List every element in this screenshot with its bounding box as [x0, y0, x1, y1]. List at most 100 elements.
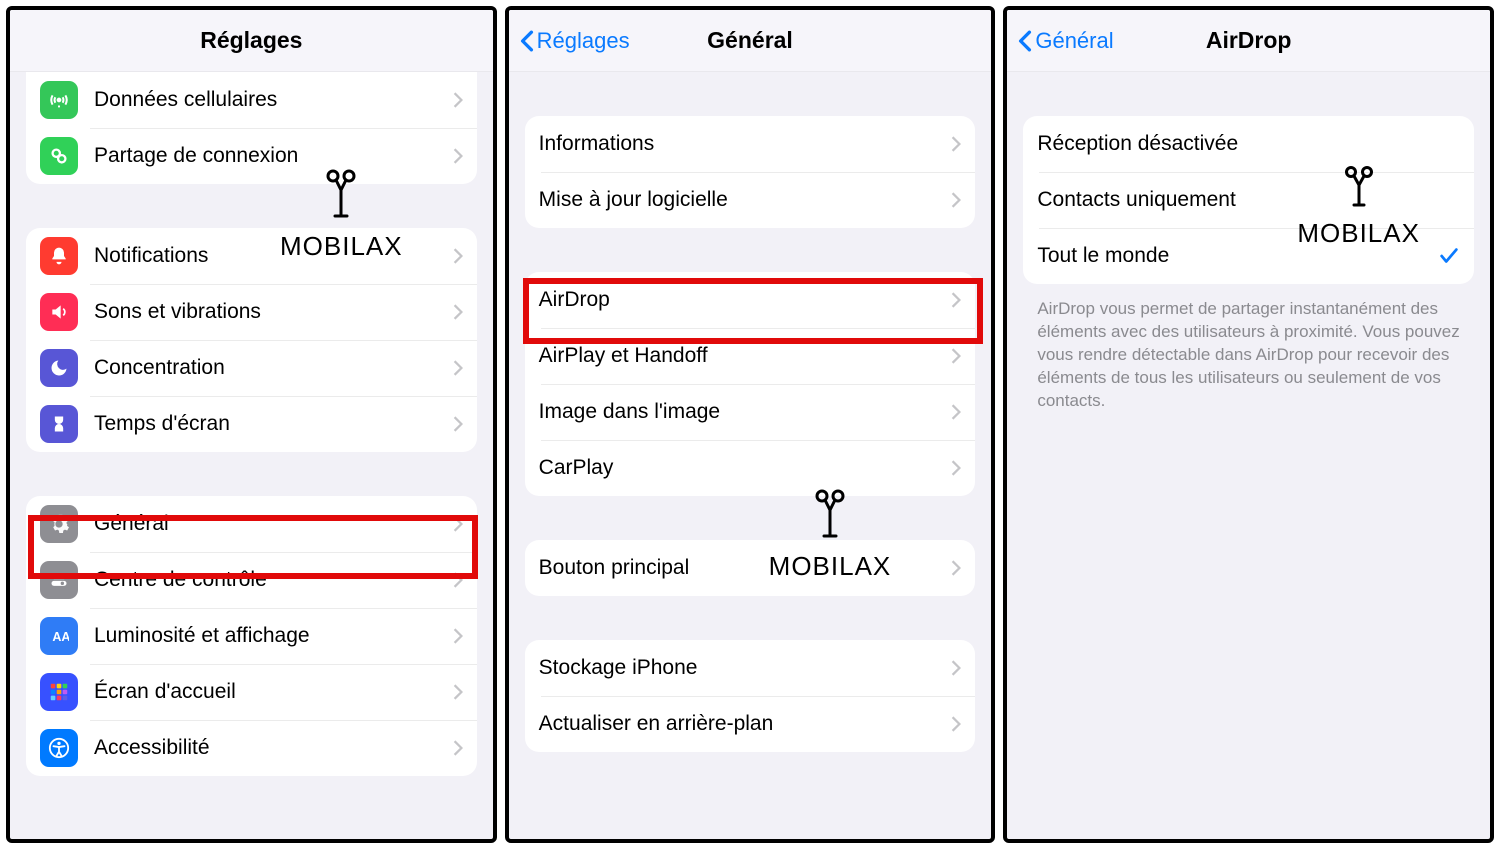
navbar: Réglages [10, 10, 493, 72]
back-label: Réglages [537, 28, 630, 54]
row-about[interactable]: Informations [525, 116, 976, 172]
back-label: Général [1035, 28, 1113, 54]
group-storage: Stockage iPhone Actualiser en arrière-pl… [525, 640, 976, 752]
row-label: AirDrop [539, 288, 952, 312]
row-notifications[interactable]: Notifications [26, 228, 477, 284]
chevron-right-icon [453, 740, 463, 756]
controlcenter-icon [40, 561, 78, 599]
row-accessibility[interactable]: Accessibilité [26, 720, 477, 776]
navbar: Général AirDrop [1007, 10, 1490, 72]
row-contacts-only[interactable]: Contacts uniquement [1023, 172, 1474, 228]
row-focus[interactable]: Concentration [26, 340, 477, 396]
row-label: Bouton principal [539, 556, 952, 580]
accessibility-icon [40, 729, 78, 767]
navbar: Réglages Général [509, 10, 992, 72]
back-button[interactable]: Général [1017, 10, 1113, 71]
row-pip[interactable]: Image dans l'image [525, 384, 976, 440]
chevron-right-icon [453, 304, 463, 320]
chevron-right-icon [951, 192, 961, 208]
footer-description: AirDrop vous permet de partager instanta… [1037, 298, 1460, 413]
row-label: Informations [539, 132, 952, 156]
homescreen-icon [40, 673, 78, 711]
chevron-right-icon [951, 560, 961, 576]
row-storage[interactable]: Stockage iPhone [525, 640, 976, 696]
cellular-icon [40, 81, 78, 119]
row-update[interactable]: Mise à jour logicielle [525, 172, 976, 228]
row-homescreen[interactable]: Écran d'accueil [26, 664, 477, 720]
group-homebutton: Bouton principal [525, 540, 976, 596]
page-title: Réglages [200, 27, 302, 54]
row-airplay[interactable]: AirPlay et Handoff [525, 328, 976, 384]
row-label: Image dans l'image [539, 400, 952, 424]
row-label: Notifications [94, 244, 453, 268]
row-general[interactable]: Général [26, 496, 477, 552]
row-background[interactable]: Actualiser en arrière-plan [525, 696, 976, 752]
group-info: Informations Mise à jour logicielle [525, 116, 976, 228]
content: Réception désactivée Contacts uniquement… [1007, 72, 1490, 423]
chevron-right-icon [951, 136, 961, 152]
chevron-right-icon [453, 516, 463, 532]
chevron-right-icon [951, 460, 961, 476]
row-label: Données cellulaires [94, 88, 453, 112]
chevron-right-icon [453, 92, 463, 108]
row-label: Tout le monde [1037, 244, 1438, 268]
row-hotspot[interactable]: Partage de connexion [26, 128, 477, 184]
row-label: Stockage iPhone [539, 656, 952, 680]
phone-screen-settings: Réglages Données cellulaires Partage de … [6, 6, 497, 843]
row-label: Contacts uniquement [1037, 188, 1460, 212]
row-screentime[interactable]: Temps d'écran [26, 396, 477, 452]
row-display[interactable]: AA Luminosité et affichage [26, 608, 477, 664]
chevron-right-icon [453, 572, 463, 588]
row-label: Mise à jour logicielle [539, 188, 952, 212]
chevron-right-icon [453, 360, 463, 376]
row-homebutton[interactable]: Bouton principal [525, 540, 976, 596]
row-label: Temps d'écran [94, 412, 453, 436]
row-label: AirPlay et Handoff [539, 344, 952, 368]
row-label: Réception désactivée [1037, 132, 1460, 156]
page-title: Général [707, 27, 793, 54]
phone-screen-general: Réglages Général Informations Mise à jou… [505, 6, 996, 843]
back-button[interactable]: Réglages [519, 10, 630, 71]
sounds-icon [40, 293, 78, 331]
row-label: Écran d'accueil [94, 680, 453, 704]
row-label: Accessibilité [94, 736, 453, 760]
hotspot-icon [40, 137, 78, 175]
chevron-right-icon [453, 416, 463, 432]
chevron-right-icon [951, 292, 961, 308]
row-sounds[interactable]: Sons et vibrations [26, 284, 477, 340]
chevron-right-icon [951, 348, 961, 364]
row-label: Luminosité et affichage [94, 624, 453, 648]
row-label: CarPlay [539, 456, 952, 480]
row-receiving-off[interactable]: Réception désactivée [1023, 116, 1474, 172]
group-notifications: Notifications Sons et vibrations Concent… [26, 228, 477, 452]
content: Informations Mise à jour logicielle AirD… [509, 72, 992, 762]
row-controlcenter[interactable]: Centre de contrôle [26, 552, 477, 608]
row-carplay[interactable]: CarPlay [525, 440, 976, 496]
row-label: Partage de connexion [94, 144, 453, 168]
row-label: Actualiser en arrière-plan [539, 712, 952, 736]
display-icon: AA [40, 617, 78, 655]
row-label: Concentration [94, 356, 453, 380]
chevron-right-icon [453, 148, 463, 164]
row-label: Centre de contrôle [94, 568, 453, 592]
focus-icon [40, 349, 78, 387]
page-title: AirDrop [1206, 27, 1292, 54]
row-airdrop[interactable]: AirDrop [525, 272, 976, 328]
row-cellular[interactable]: Données cellulaires [26, 72, 477, 128]
phone-screen-airdrop: Général AirDrop Réception désactivée Con… [1003, 6, 1494, 843]
group-network: Données cellulaires Partage de connexion [26, 72, 477, 184]
group-connectivity: AirDrop AirPlay et Handoff Image dans l'… [525, 272, 976, 496]
chevron-right-icon [453, 684, 463, 700]
row-label: Général [94, 512, 453, 536]
checkmark-icon [1438, 245, 1460, 267]
chevron-right-icon [951, 404, 961, 420]
svg-text:AA: AA [52, 630, 69, 644]
notifications-icon [40, 237, 78, 275]
general-icon [40, 505, 78, 543]
row-everyone[interactable]: Tout le monde [1023, 228, 1474, 284]
content: Données cellulaires Partage de connexion… [10, 72, 493, 786]
screentime-icon [40, 405, 78, 443]
chevron-right-icon [453, 248, 463, 264]
group-airdrop-options: Réception désactivée Contacts uniquement… [1023, 116, 1474, 284]
chevron-right-icon [453, 628, 463, 644]
